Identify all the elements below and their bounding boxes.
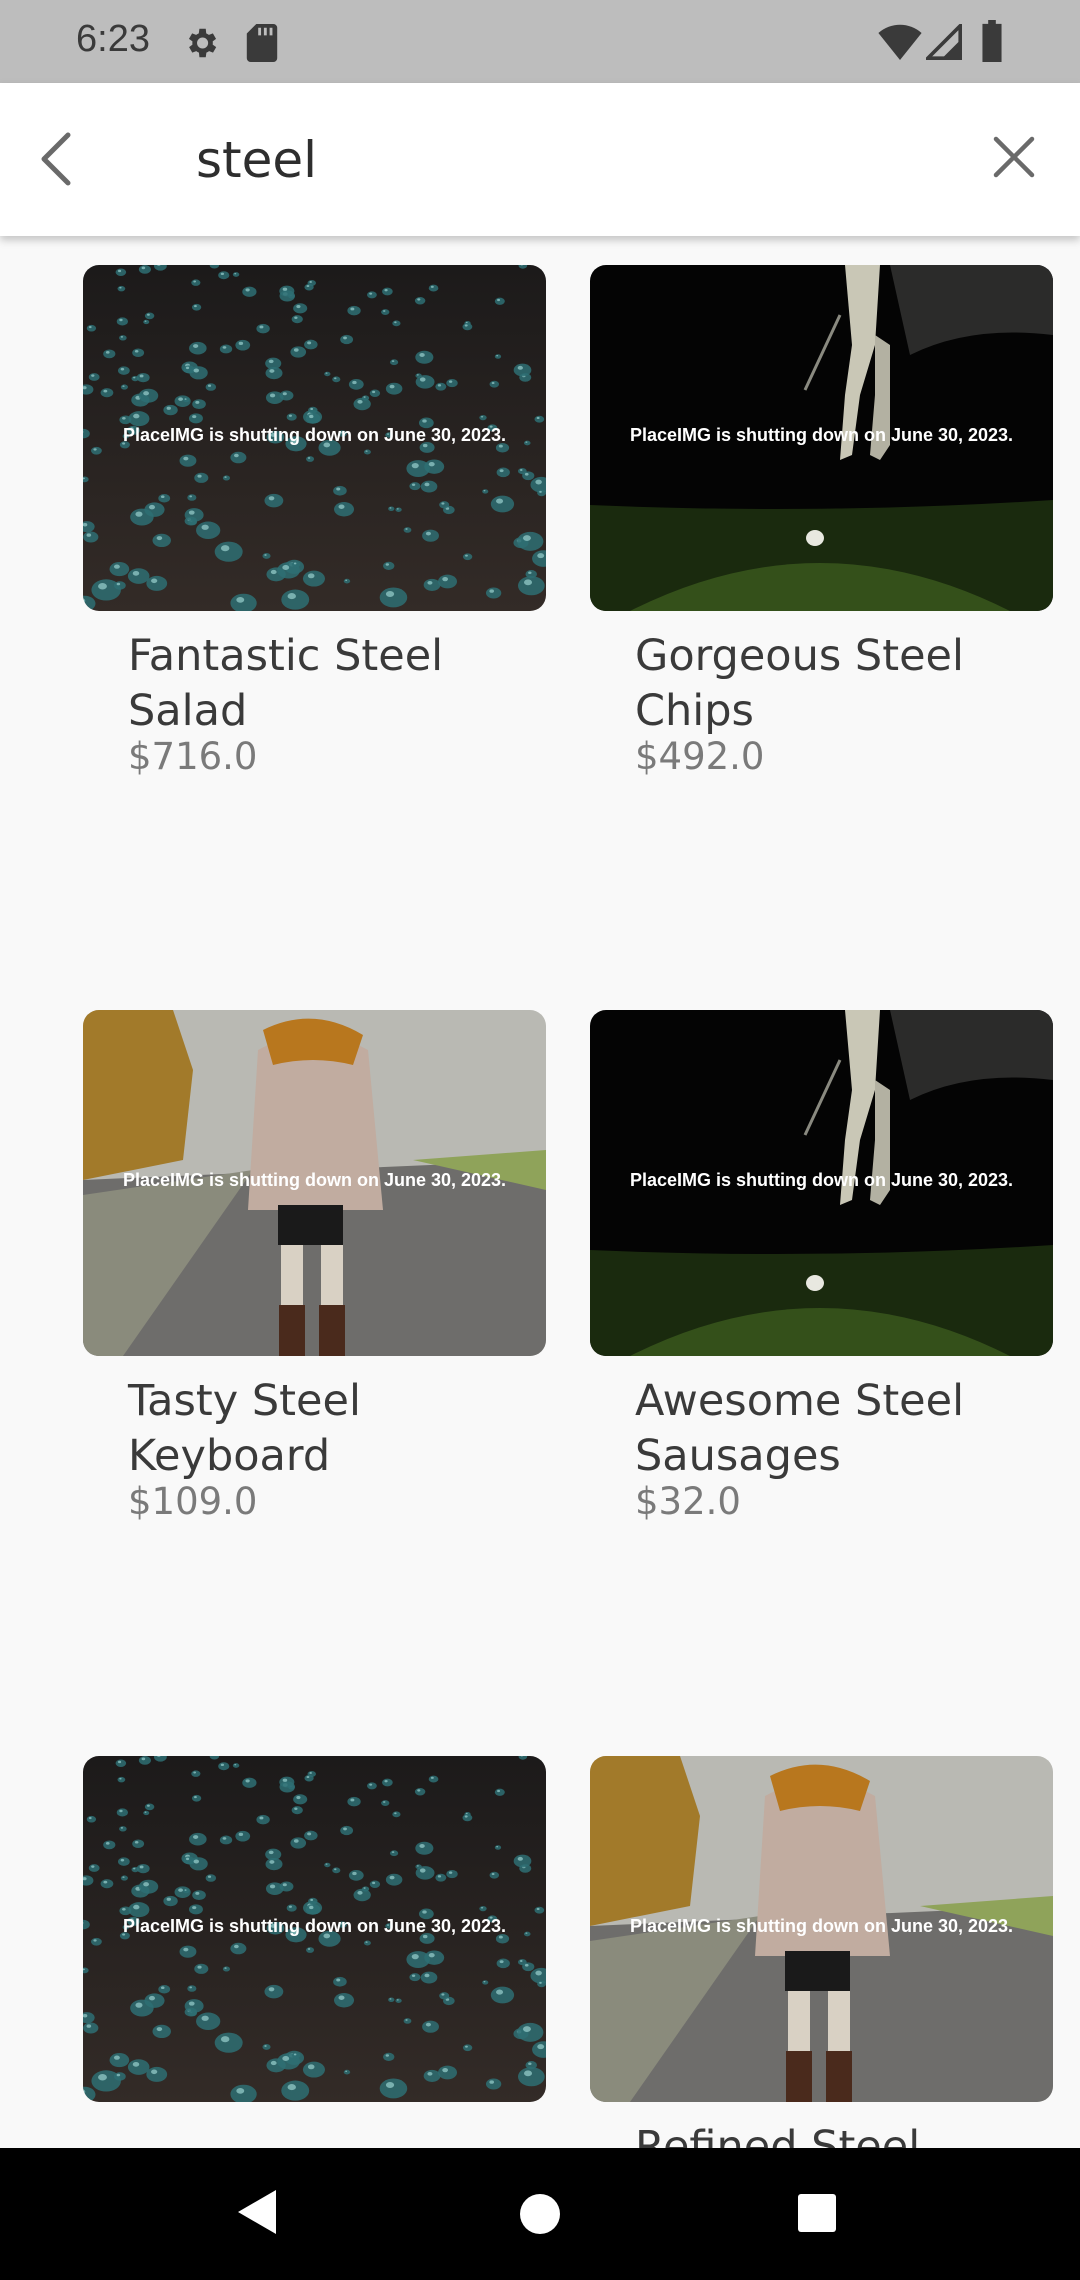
product-price: $492.0 <box>635 735 765 778</box>
product-price: $716.0 <box>128 735 258 778</box>
signal-icon <box>926 24 962 60</box>
chevron-left-icon[interactable] <box>30 127 94 191</box>
status-time: 6:23 <box>76 18 150 60</box>
product-image: PlaceIMG is shutting down on June 30, 20… <box>590 265 1053 611</box>
image-overlay-text: PlaceIMG is shutting down on June 30, 20… <box>629 425 1014 445</box>
search-input[interactable] <box>196 125 956 195</box>
product-image: PlaceIMG is shutting down on June 30, 20… <box>83 1756 546 2102</box>
product-price: $109.0 <box>128 1480 258 1523</box>
recents-square-icon[interactable] <box>796 2192 838 2234</box>
product-name: Refined Steel <box>635 2122 921 2148</box>
product-image: PlaceIMG is shutting down on June 30, 20… <box>83 1010 546 1356</box>
home-circle-icon[interactable] <box>518 2192 562 2236</box>
product-price: $32.0 <box>635 1480 741 1523</box>
image-overlay-text: PlaceIMG is shutting down on June 30, 20… <box>122 1916 507 1936</box>
sd-card-icon <box>246 24 278 62</box>
product-image: PlaceIMG is shutting down on June 30, 20… <box>590 1010 1053 1356</box>
image-overlay-text: PlaceIMG is shutting down on June 30, 20… <box>122 1170 507 1190</box>
battery-icon <box>982 20 1002 62</box>
image-overlay-text: PlaceIMG is shutting down on June 30, 20… <box>629 1170 1014 1190</box>
back-triangle-icon[interactable] <box>234 2186 280 2238</box>
close-icon[interactable] <box>984 127 1044 187</box>
product-grid: PlaceIMG is shutting down on June 30, 20… <box>0 236 1080 2148</box>
image-overlay-text: PlaceIMG is shutting down on June 30, 20… <box>122 425 507 445</box>
status-bar: 6:23 <box>0 0 1080 83</box>
settings-icon <box>188 28 217 58</box>
product-image: PlaceIMG is shutting down on June 30, 20… <box>83 265 546 611</box>
product-name: Fantastic Steel Salad <box>128 631 444 736</box>
wifi-icon <box>878 24 922 60</box>
navigation-bar <box>0 2148 1080 2280</box>
image-overlay-text: PlaceIMG is shutting down on June 30, 20… <box>629 1916 1014 1936</box>
product-name: Gorgeous Steel Chips <box>635 631 964 736</box>
product-name: Awesome Steel Sausages <box>635 1376 965 1481</box>
product-name: Tasty Steel Keyboard <box>128 1376 361 1481</box>
product-image: PlaceIMG is shutting down on June 30, 20… <box>590 1756 1053 2102</box>
search-header <box>0 83 1080 236</box>
